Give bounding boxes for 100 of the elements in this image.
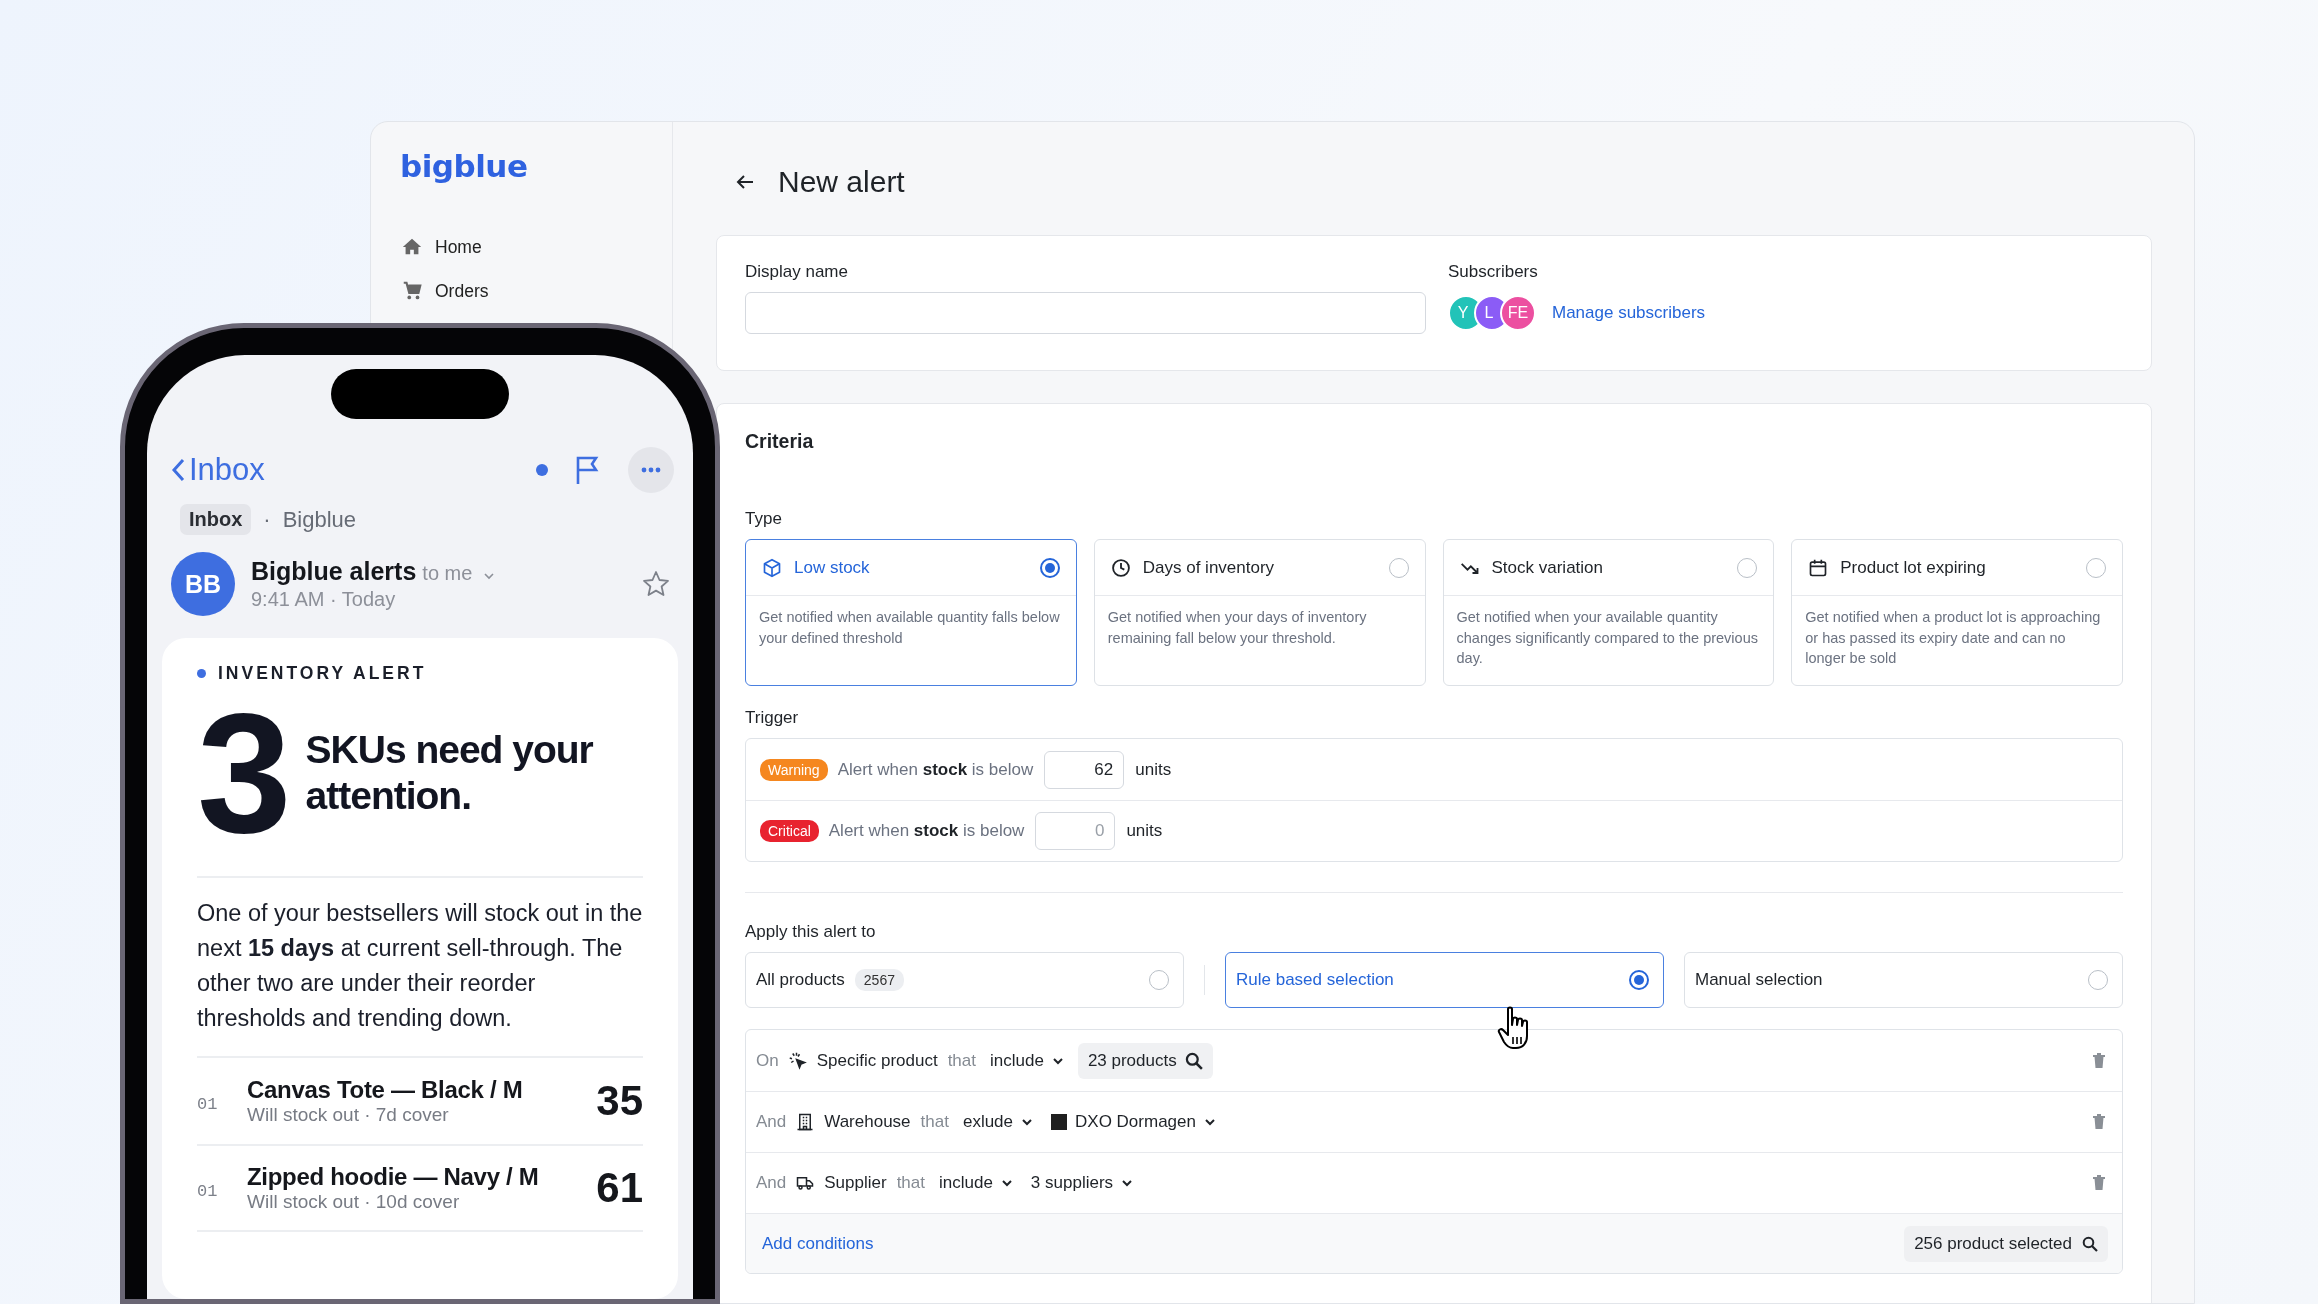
condition-field: Warehouse: [824, 1112, 911, 1132]
operator-dropdown[interactable]: include: [935, 1173, 1017, 1193]
radio-button[interactable]: [2088, 970, 2108, 990]
product-detail: Will stock out · 10d cover: [247, 1191, 461, 1213]
field-label: Apply this alert to: [745, 922, 877, 942]
scope-option[interactable]: Rule based selection: [1225, 952, 1664, 1008]
condition-connector: that: [920, 1112, 949, 1132]
stock-quantity: 61: [596, 1164, 643, 1212]
subscriber-avatar: FE: [1500, 295, 1536, 331]
radio-button[interactable]: [1039, 557, 1060, 578]
trigger-text: Alert when stock is below: [837, 759, 1034, 780]
type-description: Get notified when a product lot is approaching or has passed its expiry date and can no longer be sold: [1804, 608, 2102, 668]
scope-option[interactable]: All products 2567: [745, 952, 1184, 1008]
product-detail: Will stock out · 7d cover: [247, 1104, 450, 1126]
email-body: One of your bestsellers will stock out in the next 15 days at current sell-through. The other two are under their reorder thresholds and trending down.: [197, 899, 643, 1033]
email-headline: SKUs need your attention.: [305, 727, 594, 819]
scope-option[interactable]: Manual selection: [1684, 952, 2123, 1008]
delete-icon[interactable]: [2090, 1051, 2108, 1070]
type-title: Stock variation: [1491, 557, 1604, 578]
type-title: Days of inventory: [1142, 557, 1276, 578]
severity-badge: Critical: [760, 820, 819, 842]
type-description: Get notified when available quantity falls below your defined threshold: [758, 608, 1061, 648]
alert-type-card[interactable]: Low stock Get notified when available quantity falls below your defined threshold: [745, 539, 1077, 686]
calendar-icon: [1808, 557, 1829, 578]
product-name: Zipped hoodie — Navy / M: [247, 1163, 540, 1191]
selected-products-button[interactable]: 256 product selected: [1904, 1225, 2108, 1262]
type-description: Get notified when your available quantity changes significantly compared to the previous day.: [1455, 608, 1759, 668]
chevron-down-icon: [1203, 1116, 1216, 1128]
radio-button[interactable]: [1388, 557, 1409, 578]
section-title: Criteria: [745, 430, 815, 453]
option-label: Rule based selection: [1236, 970, 1395, 990]
star-icon[interactable]: [642, 570, 670, 598]
field-label: Type: [745, 509, 783, 529]
back-button[interactable]: Inbox: [171, 452, 265, 488]
operator-dropdown[interactable]: exlude: [958, 1112, 1038, 1132]
unit-label: units: [1135, 759, 1172, 780]
stock-quantity: 35: [596, 1077, 643, 1125]
email-eyebrow: INVENTORY ALERT: [218, 663, 427, 684]
manage-subscribers-link[interactable]: Manage subscribers: [1552, 303, 1706, 323]
condition-prefix: On: [756, 1050, 779, 1071]
field-label: Subscribers: [1448, 262, 1539, 282]
option-label: Manual selection: [1695, 970, 1824, 990]
nav-item[interactable]: Orders: [391, 274, 652, 308]
sender-avatar: BB: [171, 552, 235, 616]
operator-dropdown[interactable]: include: [986, 1050, 1068, 1071]
search-icon: [2082, 1235, 2098, 1252]
folder-tag: Inbox: [180, 504, 252, 535]
building-icon: [796, 1113, 815, 1131]
add-conditions-link[interactable]: Add conditions: [756, 1232, 880, 1255]
option-label: All products: [756, 970, 845, 990]
truck-icon: [796, 1174, 815, 1192]
product-name: Canvas Tote — Black / M: [247, 1076, 524, 1104]
radio-button[interactable]: [1629, 970, 1649, 990]
condition-field: Specific product: [816, 1050, 938, 1071]
threshold-field[interactable]: 0: [1035, 812, 1116, 850]
search-icon: [1184, 1051, 1203, 1070]
value-dropdown[interactable]: 3 suppliers: [1026, 1173, 1138, 1193]
more-button[interactable]: [628, 447, 674, 493]
bigblue-logo[interactable]: bigblue: [400, 148, 528, 184]
email-time: 9:41 AM · Today: [251, 588, 397, 611]
radio-button[interactable]: [1737, 557, 1758, 578]
field-label: Trigger: [745, 708, 800, 728]
condition-prefix: And: [756, 1173, 787, 1193]
display-name-field[interactable]: [745, 292, 1426, 334]
unread-dot: [536, 464, 548, 476]
count-badge: 2567: [854, 969, 904, 991]
bullet-dot: [197, 669, 206, 678]
alert-type-card[interactable]: Stock variation Get notified when your available quantity changes significantly compared to the previous day.: [1442, 539, 1775, 686]
severity-badge: Warning: [760, 758, 828, 781]
chevron-left-icon: [171, 458, 185, 482]
big-number: 3: [197, 688, 288, 858]
more-icon: [641, 467, 661, 473]
box-icon: [762, 557, 782, 578]
chevron-down-icon[interactable]: [484, 572, 495, 580]
value-dropdown[interactable]: DXO Dormagen: [1047, 1112, 1220, 1132]
condition-prefix: And: [756, 1112, 787, 1132]
type-description: Get notified when your days of inventory remaining fall below your threshold.: [1106, 608, 1368, 648]
page-title: New alert: [778, 164, 905, 199]
alert-type-card[interactable]: Product lot expiring Get notified when a product lot is approaching or has passed its expiry date and can no longer be sold: [1791, 539, 2123, 686]
threshold-field[interactable]: 62: [1044, 750, 1125, 789]
condition-connector: that: [947, 1050, 976, 1071]
nav-item[interactable]: Home: [391, 230, 652, 264]
warehouse-logo-icon: [1051, 1114, 1068, 1130]
delete-icon[interactable]: [2090, 1113, 2108, 1131]
flag-icon[interactable]: [575, 455, 599, 485]
radio-button[interactable]: [2086, 557, 2106, 578]
separator-dot: ·: [263, 506, 271, 533]
alert-type-card[interactable]: Days of inventory Get notified when your days of inventory remaining fall below your threshold.: [1093, 539, 1426, 686]
chevron-down-icon: [1121, 1177, 1134, 1189]
value-picker[interactable]: 23 products: [1077, 1042, 1213, 1079]
recipient-label: to me: [422, 562, 473, 585]
radio-button[interactable]: [1149, 970, 1169, 990]
condition-connector: that: [896, 1173, 925, 1193]
cursor-click-icon: [788, 1051, 807, 1070]
field-label: Display name: [745, 262, 849, 282]
chevron-down-icon: [1021, 1116, 1034, 1128]
delete-icon[interactable]: [2090, 1174, 2108, 1192]
rank-number: 01: [197, 1181, 219, 1201]
chevron-down-icon: [1000, 1177, 1013, 1189]
type-title: Product lot expiring: [1840, 557, 1987, 578]
